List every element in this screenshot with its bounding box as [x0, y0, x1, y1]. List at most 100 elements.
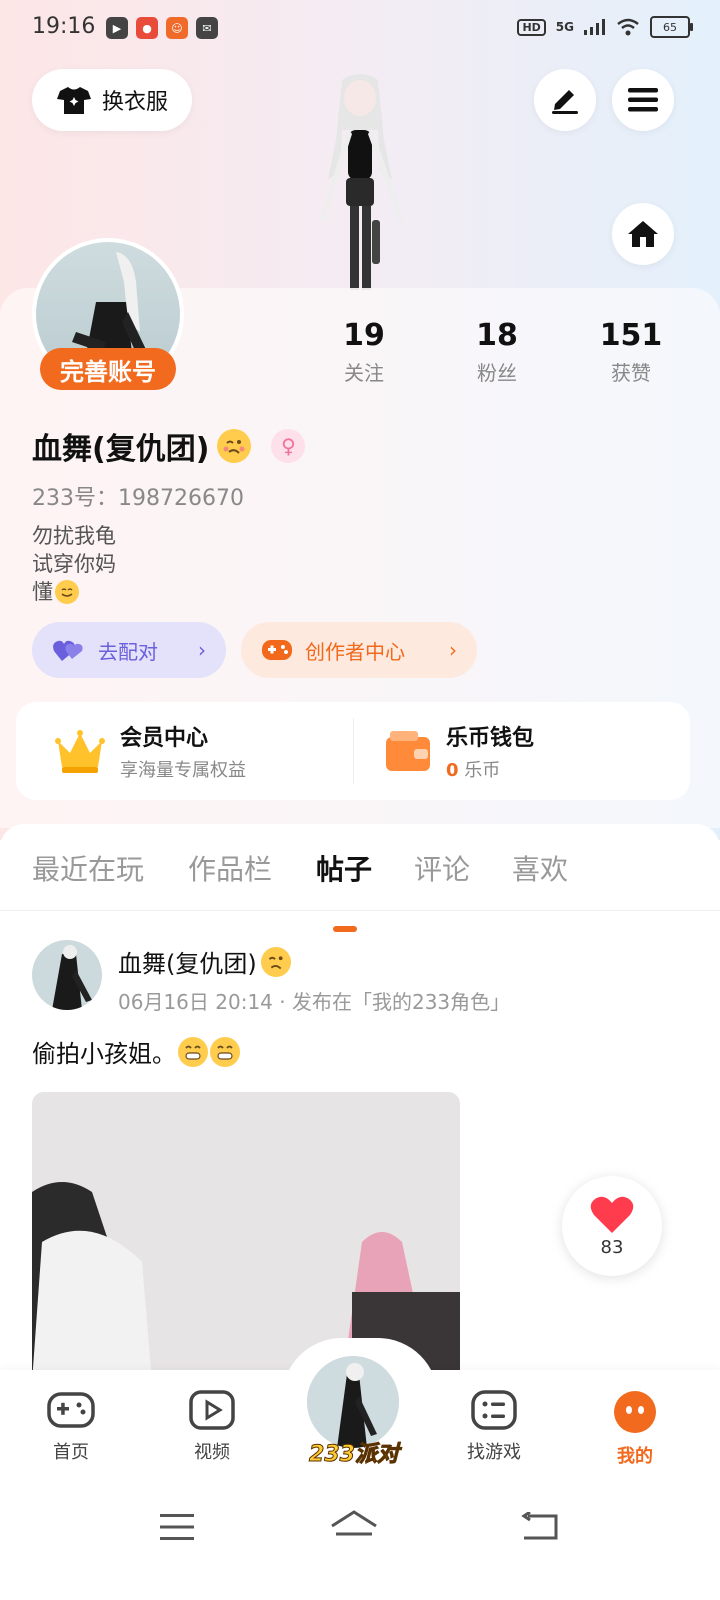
network-label: 5G — [555, 20, 574, 34]
post-meta: 06月16日 20:14 · 发布在「我的233角色」 — [118, 990, 511, 1014]
divider — [353, 718, 354, 784]
tab-recent-played[interactable]: 最近在玩 — [32, 848, 144, 888]
wallet-entry[interactable]: 乐币钱包 0 乐币 — [384, 702, 534, 800]
tab-comments[interactable]: 评论 — [414, 848, 470, 888]
stat-likes[interactable]: 151 获赞 — [571, 318, 691, 386]
post-author-avatar[interactable] — [32, 940, 102, 1010]
home-nav-icon[interactable] — [330, 1510, 378, 1542]
list-icon — [471, 1390, 517, 1430]
back-icon[interactable] — [520, 1512, 558, 1542]
stat-likes-label: 获赞 — [611, 361, 651, 385]
stat-likes-count: 151 — [599, 318, 663, 353]
tab-works[interactable]: 作品栏 — [188, 848, 272, 888]
vip-center-subtitle: 享海量专属权益 — [120, 760, 246, 781]
video-play-icon — [189, 1390, 235, 1430]
change-outfit-button[interactable]: 换衣服 — [32, 69, 192, 131]
wallet-unit: 乐币 — [464, 760, 501, 781]
stat-fans-count: 18 — [476, 318, 518, 353]
wallet-title: 乐币钱包 — [446, 726, 535, 751]
post-text: 偷拍小孩姐。 — [32, 1040, 176, 1068]
vip-center-entry[interactable]: 会员中心 享海量专属权益 — [54, 702, 246, 800]
heart-icon — [590, 1196, 634, 1233]
gamepad-icon — [47, 1392, 95, 1428]
video-app-icon: ▶ — [106, 17, 128, 39]
status-right: HD 5G 65 — [517, 16, 693, 38]
creator-center-button[interactable]: 创作者中心 › — [241, 622, 477, 678]
stat-fans-label: 粉丝 — [477, 361, 517, 385]
edit-profile-button[interactable] — [534, 69, 596, 131]
party-avatar[interactable] — [307, 1356, 399, 1448]
stat-fans[interactable]: 18 粉丝 — [437, 318, 557, 386]
pen-icon — [552, 90, 578, 114]
username-row: 血舞(复仇团) ♀ — [32, 424, 306, 468]
woozy-face-icon — [217, 429, 252, 463]
member-card: 会员中心 享海量专属权益 乐币钱包 0 乐币 — [16, 702, 690, 800]
user-bio: 勿扰我龟 试穿你妈 懂 — [32, 522, 116, 606]
signal-icon — [584, 19, 605, 35]
bio-line-row: 懂 — [32, 578, 116, 606]
match-label: 去配对 — [98, 639, 158, 664]
stat-following[interactable]: 19 关注 — [304, 318, 424, 386]
menu-icon — [628, 88, 658, 112]
complete-account-badge[interactable]: 完善账号 — [40, 348, 176, 390]
hd-badge: HD — [517, 18, 546, 36]
chevron-right-icon: › — [198, 638, 206, 662]
creator-center-label: 创作者中心 — [305, 639, 405, 664]
crown-icon — [55, 730, 105, 773]
wallet-icon — [386, 731, 430, 771]
female-gender-icon: ♀ — [271, 429, 306, 463]
menu-button[interactable] — [612, 69, 674, 131]
system-navigation-bar — [0, 1480, 720, 1600]
username: 血舞(复仇团) — [32, 432, 210, 467]
like-count: 83 — [600, 1236, 624, 1258]
notification-icons: ▶ ● ☺ ✉ — [106, 17, 218, 39]
stat-following-label: 关注 — [344, 361, 384, 385]
avatar-character-figure — [300, 70, 420, 290]
grinning-face-icon — [178, 1036, 208, 1067]
match-button[interactable]: 去配对 › — [32, 622, 226, 678]
chevron-right-icon: › — [449, 638, 457, 662]
mail-app-icon: ✉ — [196, 17, 218, 39]
vip-center-title: 会员中心 — [120, 726, 209, 751]
bio-line: 试穿你妈 — [32, 552, 116, 576]
woozy-face-icon — [260, 946, 291, 977]
nav-find-games[interactable]: 找游戏 — [449, 1390, 539, 1464]
game-app-icon: ☺ — [166, 17, 188, 39]
shirt-icon — [56, 87, 91, 114]
like-button[interactable]: 83 — [562, 1176, 662, 1276]
bio-line: 勿扰我龟 — [32, 524, 116, 548]
gamepad-icon — [262, 640, 292, 660]
nav-me-label: 我的 — [617, 1446, 653, 1467]
home-icon — [628, 221, 658, 247]
profile-tabs: 最近在玩 作品栏 帖子 评论 喜欢 — [0, 848, 720, 932]
post-image[interactable] — [32, 1092, 460, 1382]
tab-posts[interactable]: 帖子 — [316, 848, 372, 888]
me-face-icon — [614, 1391, 656, 1433]
status-bar: 19:16 ▶ ● ☺ ✉ HD 5G 65 — [0, 0, 720, 58]
change-outfit-label: 换衣服 — [101, 90, 168, 115]
shopping-app-icon: ● — [136, 17, 158, 39]
status-time: 19:16 — [32, 14, 96, 39]
post-author-name: 血舞(复仇团) — [118, 950, 257, 978]
smiling-face-icon — [55, 580, 79, 604]
nav-video[interactable]: 视频 — [167, 1390, 257, 1464]
nav-video-label: 视频 — [194, 1442, 230, 1463]
recent-apps-icon[interactable] — [160, 1514, 194, 1540]
post-author-row[interactable]: 血舞(复仇团) — [118, 944, 291, 979]
divider — [0, 910, 720, 911]
post-text-row[interactable]: 偷拍小孩姐。 — [32, 1034, 240, 1069]
home-button[interactable] — [612, 203, 674, 265]
nav-find-games-label: 找游戏 — [467, 1442, 521, 1463]
hearts-icon — [53, 640, 83, 661]
wallet-amount: 0 — [446, 760, 459, 781]
active-tab-indicator — [333, 926, 357, 932]
grinning-face-icon — [210, 1036, 240, 1067]
nav-home[interactable]: 首页 — [26, 1390, 116, 1464]
nav-home-label: 首页 — [53, 1442, 89, 1463]
tab-likes[interactable]: 喜欢 — [512, 848, 568, 888]
nav-me[interactable]: 我的 — [590, 1390, 680, 1468]
stat-following-count: 19 — [343, 318, 385, 353]
user-id: 233号：198726670 — [32, 486, 244, 511]
party-label[interactable]: 233派对 — [304, 1436, 404, 1468]
wallet-balance: 0 乐币 — [446, 756, 534, 782]
